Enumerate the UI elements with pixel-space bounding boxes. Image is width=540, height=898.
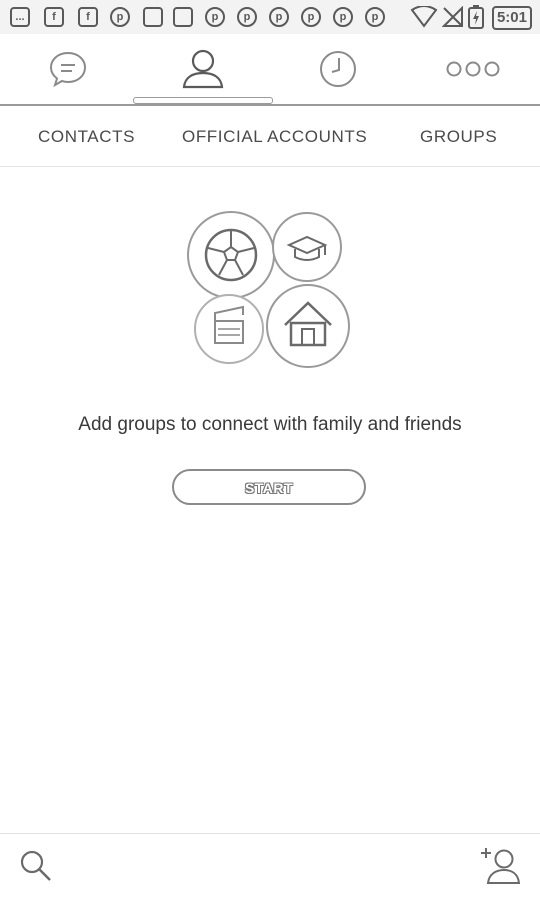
house-icon [266, 284, 350, 368]
add-contact-button[interactable] [478, 844, 522, 888]
clapperboard-icon [194, 294, 264, 364]
graduation-cap-icon [272, 212, 342, 282]
clock-time: 5:01 [491, 6, 532, 30]
pinterest-notification-icon: p [365, 7, 385, 27]
search-button[interactable] [14, 844, 58, 888]
battery-charging-icon [468, 5, 484, 29]
facebook-notification-icon: f [78, 7, 98, 27]
tab-official-accounts[interactable]: OFFICIAL ACCOUNTS [182, 106, 367, 166]
search-icon [20, 850, 51, 881]
pinterest-notification-icon: p [237, 7, 257, 27]
top-navigation [0, 34, 540, 106]
pinterest-notification-icon: p [269, 7, 289, 27]
sub-tabs: CONTACTS OFFICIAL ACCOUNTS GROUPS [0, 106, 540, 167]
pinterest-notification-icon: p [110, 7, 130, 27]
more-tab[interactable] [405, 34, 540, 104]
add-contact-icon [481, 848, 520, 884]
contacts-nav-tab[interactable] [135, 34, 270, 104]
status-bar: ... f f p p p p p p p 5:01 [0, 0, 540, 35]
no-signal-icon [442, 6, 463, 27]
recent-tab[interactable] [270, 34, 405, 104]
tab-contacts[interactable]: CONTACTS [38, 106, 135, 166]
clock-icon [319, 51, 356, 87]
chats-tab[interactable] [0, 34, 135, 104]
bottom-bar [0, 833, 540, 898]
more-dots-icon [446, 61, 499, 77]
facebook-notification-icon: f [44, 7, 64, 27]
groups-illustration [187, 211, 350, 368]
wifi-icon [410, 6, 438, 28]
pinterest-notification-icon: p [333, 7, 353, 27]
chat-bubble-icon [49, 51, 86, 88]
empty-state-message: Add groups to connect with family and fr… [78, 414, 462, 435]
pinterest-notification-icon: p [301, 7, 321, 27]
soccer-ball-icon [187, 211, 275, 299]
pinterest-notification-icon: p [205, 7, 225, 27]
start-button[interactable]: START [172, 469, 366, 505]
tab-groups[interactable]: GROUPS [420, 106, 497, 166]
active-tab-indicator [133, 97, 273, 104]
person-icon [182, 49, 223, 89]
cat-notification-icon [173, 7, 193, 27]
more-notification-icon: ... [10, 7, 30, 27]
cat-notification-icon [143, 7, 163, 27]
